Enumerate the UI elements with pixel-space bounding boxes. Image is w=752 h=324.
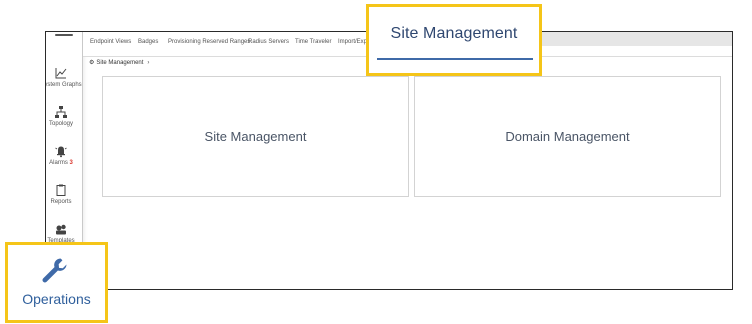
topology-icon [55,106,67,118]
tab-time-traveler[interactable]: Time Traveler [295,39,331,45]
site-management-tab-callout[interactable]: Site Management [366,4,542,76]
sidebar-item-label: System Graphs [46,82,82,88]
breadcrumb-item[interactable]: Site Management [96,60,143,66]
domain-management-card[interactable]: Domain Management [414,76,721,197]
alarm-count-badge: 3 [69,160,73,166]
active-tab-underline [377,58,533,60]
site-management-card[interactable]: Site Management [102,76,409,197]
operations-callout[interactable]: Operations [5,242,108,323]
clipboard-icon [56,184,66,196]
tab-provisioning-reserved-ranges[interactable]: Provisioning Reserved Ranges [168,39,250,45]
templates-icon [56,224,66,235]
sidebar-item-alarms[interactable]: Alarms 3 [46,144,86,167]
sidebar-top-bar [55,34,73,36]
tab-radius-servers[interactable]: Radius Servers [248,39,289,45]
tab-endpoint-views[interactable]: Endpoint Views [90,39,131,45]
graph-icon [55,68,67,79]
chevron-right-icon: › [147,60,150,66]
wrench-icon [42,258,67,283]
screenshot-stage: System Graphs Topology [0,0,752,324]
alarm-bell-icon [55,146,67,158]
gear-icon: ⚙ [89,60,95,66]
sidebar-item-label-row: Alarms 3 [46,159,86,167]
sidebar-item-reports[interactable]: Reports [46,183,86,206]
sidebar-item-label: Topology [48,121,74,127]
card-title: Site Management [204,129,307,144]
breadcrumb: ⚙ Site Management › [89,59,149,66]
sidebar-item-label: Reports [50,199,72,205]
tab-badges[interactable]: Badges [138,39,158,45]
sidebar-item-system-graphs[interactable]: System Graphs [46,66,86,89]
sidebar-item-topology[interactable]: Topology [46,105,86,128]
tab-bar-overflow-area [535,32,732,46]
sidebar-item-label: Alarms [49,160,68,166]
callout-tab-label: Site Management [390,25,518,42]
card-title: Domain Management [505,129,630,144]
operations-label: Operations [22,291,91,307]
